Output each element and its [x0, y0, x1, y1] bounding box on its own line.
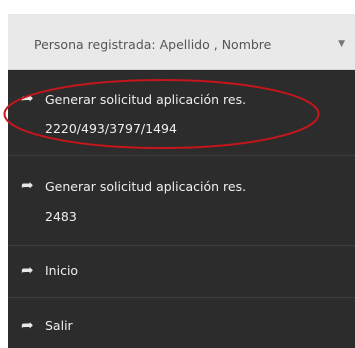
- menu-item-generar-solicitud-1[interactable]: ➦ Generar solicitud aplicación res. 2220…: [8, 70, 355, 156]
- share-arrow-icon: ➦: [21, 176, 34, 194]
- registered-user-label: Persona registrada: Apellido , Nombre: [34, 37, 272, 52]
- menu-item-label: Generar solicitud aplicación res.: [45, 179, 247, 194]
- menu-item-sublabel: 2220/493/3797/1494: [45, 121, 177, 136]
- user-dropdown-header[interactable]: Persona registrada: Apellido , Nombre ▼: [8, 14, 355, 70]
- menu-item-salir[interactable]: ➦ Salir: [8, 298, 355, 348]
- share-arrow-icon: ➦: [21, 316, 34, 334]
- dropdown-menu: ➦ Generar solicitud aplicación res. 2220…: [8, 70, 355, 348]
- menu-item-label: Inicio: [45, 263, 79, 278]
- user-menu-panel: Persona registrada: Apellido , Nombre ▼ …: [0, 0, 355, 348]
- share-arrow-icon: ➦: [21, 89, 34, 107]
- menu-item-label: Generar solicitud aplicación res.: [45, 92, 247, 107]
- share-arrow-icon: ➦: [21, 261, 34, 279]
- menu-item-inicio[interactable]: ➦ Inicio: [8, 246, 355, 298]
- caret-down-icon: ▼: [338, 39, 345, 49]
- menu-item-label: Salir: [45, 318, 73, 333]
- menu-item-sublabel: 2483: [45, 209, 77, 224]
- menu-item-generar-solicitud-2[interactable]: ➦ Generar solicitud aplicación res. 2483: [8, 156, 355, 246]
